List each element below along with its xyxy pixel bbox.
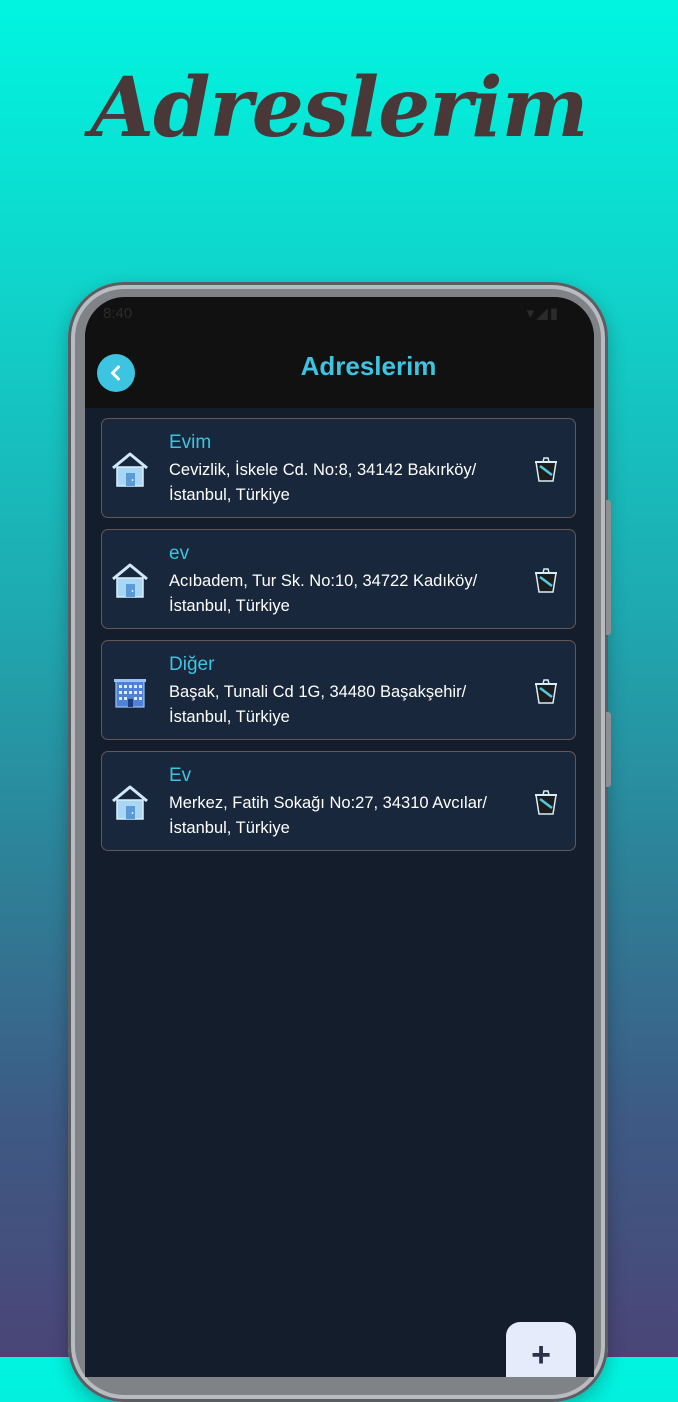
address-name: ev [169,543,190,564]
building-icon [114,679,146,708]
address-text: Acıbadem, Tur Sk. No:10, 34722 Kadıköy/ … [169,572,478,615]
address-name: Diğer [169,654,215,675]
phone-power-button [606,712,611,787]
trash-icon[interactable] [533,788,559,816]
address-card[interactable]: ev Acıbadem, Tur Sk. No:10, 34722 Kadıkö… [101,529,576,629]
trash-icon[interactable] [533,455,559,483]
address-text: Merkez, Fatih Sokağı No:27, 34310 Avcıla… [169,794,487,837]
phone-screen: 8:40 ▾◢▮ Adreslerim Evim Cevizlik, İskel… [85,297,594,1377]
address-name: Ev [169,765,192,786]
app-bar: Adreslerim [85,329,594,408]
address-name: Evim [169,432,212,453]
address-text: Başak, Tunali Cd 1G, 34480 Başakşehir/ İ… [169,683,467,726]
plus-icon: + [531,1336,551,1374]
home-icon [112,785,148,820]
status-icons: ▾◢▮ [526,305,560,322]
address-text: Cevizlik, İskele Cd. No:8, 34142 Bakırkö… [169,461,477,504]
address-card[interactable]: Evim Cevizlik, İskele Cd. No:8, 34142 Ba… [101,418,576,518]
phone-volume-button [606,500,611,635]
trash-icon[interactable] [533,677,559,705]
promo-title: Adreslerim [90,60,589,156]
address-list: Evim Cevizlik, İskele Cd. No:8, 34142 Ba… [101,418,576,862]
trash-icon[interactable] [533,566,559,594]
home-icon [112,563,148,598]
address-card[interactable]: Diğer Başak, Tunali Cd 1G, 34480 Başakşe… [101,640,576,740]
home-icon [112,452,148,487]
address-card[interactable]: Ev Merkez, Fatih Sokağı No:27, 34310 Avc… [101,751,576,851]
status-time: 8:40 [103,305,133,322]
add-address-button[interactable]: + [506,1322,576,1377]
page-title: Adreslerim [300,351,437,381]
status-bar: 8:40 ▾◢▮ [85,297,594,329]
